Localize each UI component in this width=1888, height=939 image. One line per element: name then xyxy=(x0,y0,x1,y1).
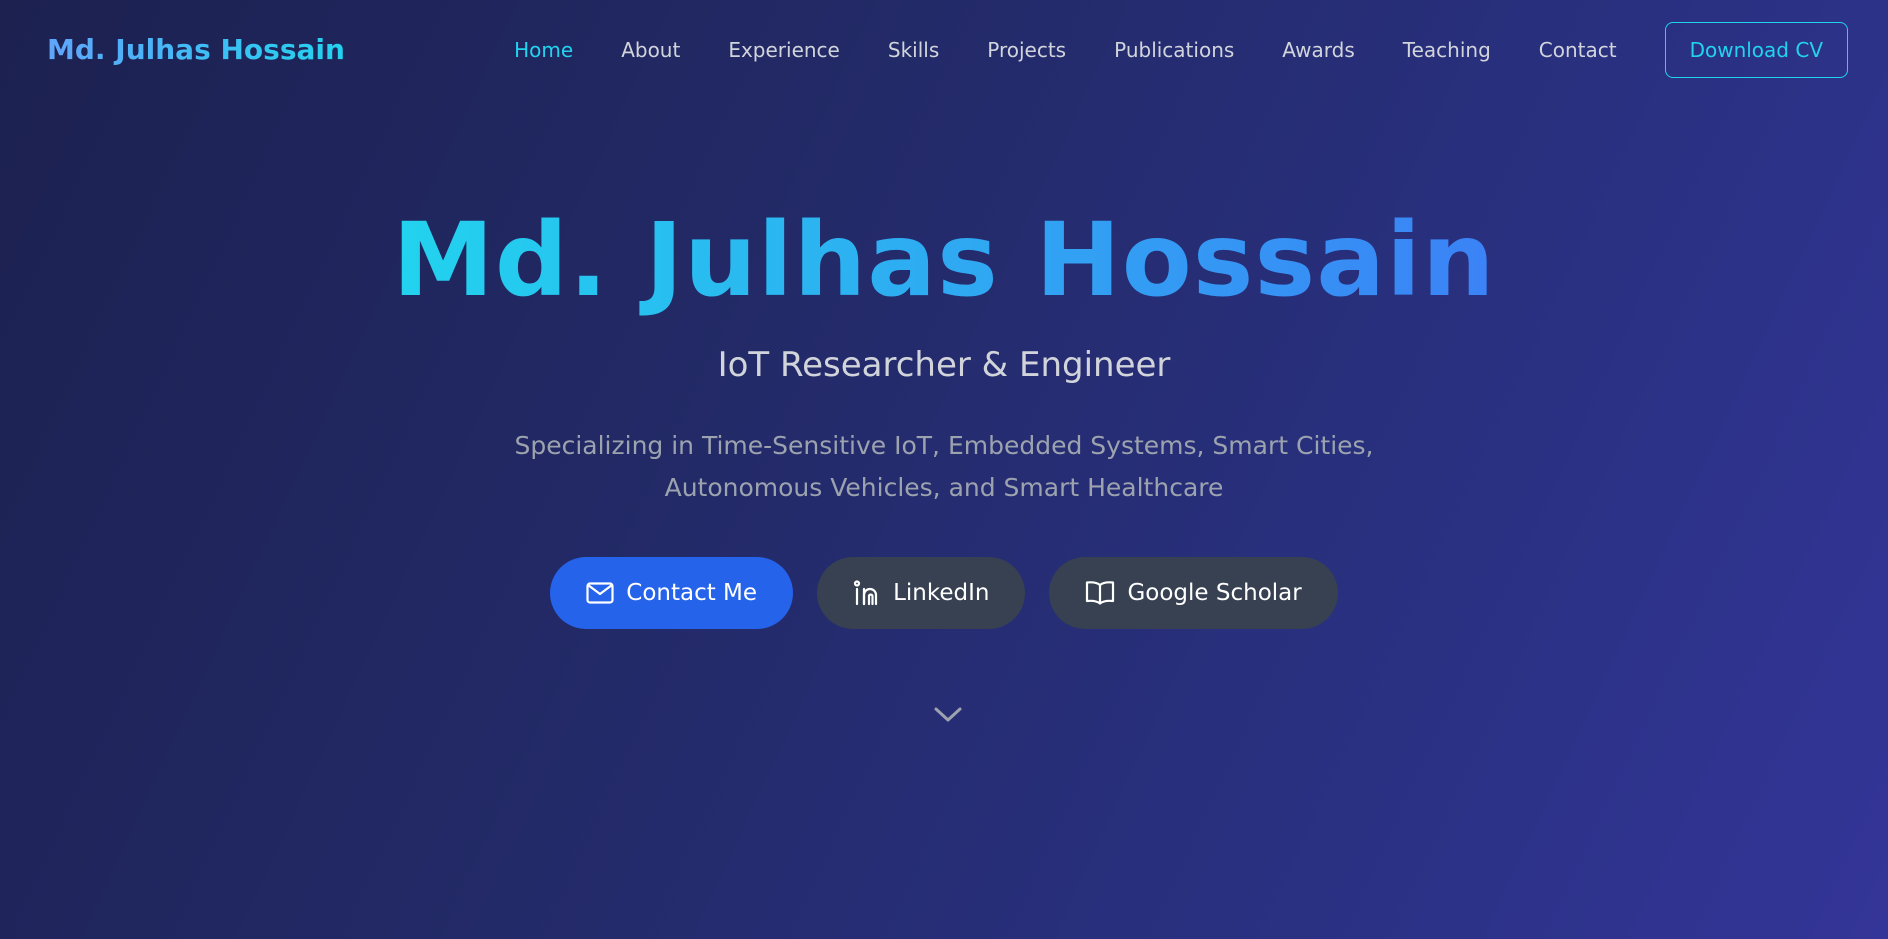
nav-link-projects[interactable]: Projects xyxy=(987,38,1066,62)
linkedin-icon xyxy=(853,580,881,606)
google-scholar-button[interactable]: Google Scholar xyxy=(1049,557,1338,629)
brand-logo[interactable]: Md. Julhas Hossain xyxy=(47,33,345,66)
nav-link-teaching[interactable]: Teaching xyxy=(1403,38,1491,62)
download-cv-button[interactable]: Download CV xyxy=(1664,21,1848,78)
nav-link-about[interactable]: About xyxy=(621,38,680,62)
book-icon xyxy=(1085,580,1115,606)
google-scholar-label: Google Scholar xyxy=(1127,580,1302,606)
linkedin-label: LinkedIn xyxy=(893,580,990,606)
hero-description: Specializing in Time-Sensitive IoT, Embe… xyxy=(514,431,1374,502)
linkedin-button[interactable]: LinkedIn xyxy=(817,557,1026,629)
hero-title: Md. Julhas Hossain xyxy=(392,195,1495,327)
nav-link-publications[interactable]: Publications xyxy=(1114,38,1234,62)
hero-section: Md. Julhas Hossain IoT Researcher & Engi… xyxy=(0,195,1888,629)
hero-buttons: Contact Me LinkedIn Google Scholar xyxy=(0,557,1888,629)
nav-link-skills[interactable]: Skills xyxy=(888,38,939,62)
nav-link-experience[interactable]: Experience xyxy=(728,38,840,62)
nav-link-home[interactable]: Home xyxy=(514,38,573,62)
contact-me-label: Contact Me xyxy=(626,580,758,606)
nav-link-awards[interactable]: Awards xyxy=(1282,38,1354,62)
hero-subtitle: IoT Researcher & Engineer xyxy=(717,345,1171,385)
chevron-down-icon[interactable] xyxy=(931,700,965,730)
nav-link-contact[interactable]: Contact xyxy=(1539,38,1617,62)
nav-links: Home About Experience Skills Projects Pu… xyxy=(466,21,1848,78)
contact-me-button[interactable]: Contact Me xyxy=(550,557,794,629)
mail-icon xyxy=(586,582,614,604)
navbar: Md. Julhas Hossain Home About Experience… xyxy=(0,0,1888,99)
